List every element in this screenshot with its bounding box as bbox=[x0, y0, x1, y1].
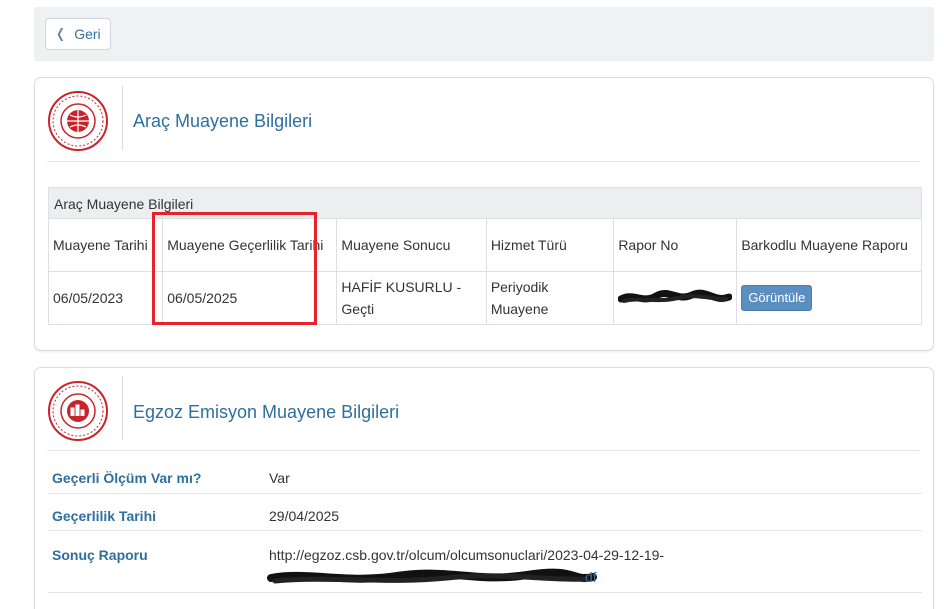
emission-inspection-card: Egzoz Emisyon Muayene Bilgileri Geçerli … bbox=[34, 367, 934, 609]
column-header: Muayene Geçerlilik Tarihi bbox=[162, 219, 338, 272]
inspection-result: HAFİF KUSURLU - Geçti bbox=[336, 271, 487, 324]
column-header: Rapor No bbox=[613, 219, 738, 272]
report-no bbox=[613, 271, 738, 324]
barcode-report-cell: Görüntüle bbox=[737, 271, 921, 324]
validity-date: 06/05/2025 bbox=[162, 271, 338, 324]
row-label: Sonuç Raporu bbox=[52, 547, 148, 563]
header-divider bbox=[122, 376, 123, 440]
top-toolbar: ❮ Geri bbox=[34, 7, 934, 61]
row-divider bbox=[48, 493, 922, 494]
back-button[interactable]: ❮ Geri bbox=[45, 18, 111, 50]
row-value: Var bbox=[269, 470, 290, 486]
card-title: Araç Muayene Bilgileri bbox=[133, 111, 313, 131]
row-label: Geçerli Ölçüm Var mı? bbox=[52, 470, 202, 486]
column-header: Hizmet Türü bbox=[486, 219, 615, 272]
table-caption: Araç Muayene Bilgileri bbox=[49, 188, 921, 219]
header-divider bbox=[122, 86, 123, 150]
table-row: 06/05/2023 06/05/2025 HAFİF KUSURLU - Ge… bbox=[49, 271, 921, 324]
column-header: Barkodlu Muayene Raporu bbox=[736, 219, 921, 272]
report-link[interactable]: http://egzoz.csb.gov.tr/olcum/olcumsonuc… bbox=[269, 547, 664, 563]
table-header-row: Muayene Tarihi Muayene Geçerlilik Tarihi… bbox=[49, 219, 921, 272]
ministry-seal-logo bbox=[48, 91, 108, 151]
row-value: 29/04/2025 bbox=[269, 508, 340, 524]
card-header bbox=[47, 88, 109, 154]
card-title: Egzoz Emisyon Muayene Bilgileri bbox=[133, 402, 400, 422]
back-button-label: Geri bbox=[74, 26, 101, 42]
ministry-seal-logo bbox=[48, 381, 108, 441]
inspection-date: 06/05/2023 bbox=[49, 271, 164, 324]
card-header bbox=[47, 378, 109, 444]
redaction-scribble bbox=[267, 568, 597, 584]
redaction-scribble bbox=[618, 289, 733, 303]
row-divider bbox=[48, 530, 922, 531]
row-label: Geçerlilik Tarihi bbox=[52, 508, 157, 524]
header-divider-line bbox=[47, 161, 920, 162]
column-header: Muayene Sonucu bbox=[336, 219, 487, 272]
chevron-left-icon: ❮ bbox=[56, 26, 66, 41]
report-link-tail[interactable]: df bbox=[585, 569, 597, 585]
service-type: Periyodik Muayene bbox=[486, 271, 615, 324]
vehicle-inspection-card: Araç Muayene Bilgileri Araç Muayene Bilg… bbox=[34, 77, 934, 351]
row-divider bbox=[48, 592, 922, 593]
inspection-table: Araç Muayene Bilgileri Muayene Tarihi Mu… bbox=[48, 187, 922, 325]
column-header: Muayene Tarihi bbox=[49, 219, 164, 272]
header-divider-line bbox=[47, 450, 920, 451]
view-report-button[interactable]: Görüntüle bbox=[741, 284, 813, 311]
